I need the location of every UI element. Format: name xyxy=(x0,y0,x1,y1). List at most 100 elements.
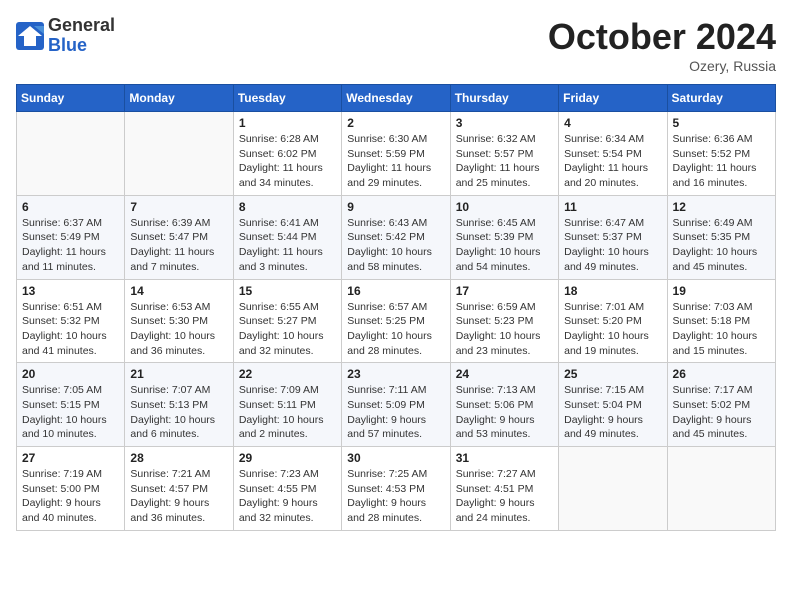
day-info: Sunrise: 6:59 AMSunset: 5:23 PMDaylight:… xyxy=(456,300,553,359)
day-number: 23 xyxy=(347,367,444,381)
month-title: October 2024 xyxy=(548,16,776,58)
calendar-cell: 31 Sunrise: 7:27 AMSunset: 4:51 PMDayligh… xyxy=(450,447,558,531)
title-block: October 2024 Ozery, Russia xyxy=(548,16,776,74)
calendar-cell: 21 Sunrise: 7:07 AMSunset: 5:13 PMDayligh… xyxy=(125,363,233,447)
day-number: 29 xyxy=(239,451,336,465)
day-info: Sunrise: 6:37 AMSunset: 5:49 PMDaylight:… xyxy=(22,216,119,275)
day-number: 19 xyxy=(673,284,770,298)
day-number: 21 xyxy=(130,367,227,381)
day-info: Sunrise: 6:45 AMSunset: 5:39 PMDaylight:… xyxy=(456,216,553,275)
calendar-cell: 5Sunrise: 6:36 AMSunset: 5:52 PMDaylight… xyxy=(667,112,775,196)
day-info: Sunrise: 6:28 AMSunset: 6:02 PMDaylight:… xyxy=(239,132,336,191)
day-number: 30 xyxy=(347,451,444,465)
calendar-cell: 17 Sunrise: 6:59 AMSunset: 5:23 PMDayligh… xyxy=(450,279,558,363)
day-info: Sunrise: 7:21 AMSunset: 4:57 PMDaylight:… xyxy=(130,467,227,526)
calendar-cell: 25 Sunrise: 7:15 AMSunset: 5:04 PMDayligh… xyxy=(559,363,667,447)
day-info: Sunrise: 7:19 AMSunset: 5:00 PMDaylight:… xyxy=(22,467,119,526)
day-number: 7 xyxy=(130,200,227,214)
calendar-cell xyxy=(17,112,125,196)
day-info: Sunrise: 7:09 AMSunset: 5:11 PMDaylight:… xyxy=(239,383,336,442)
day-info: Sunrise: 6:30 AMSunset: 5:59 PMDaylight:… xyxy=(347,132,444,191)
calendar-cell: 11 Sunrise: 6:47 AMSunset: 5:37 PMDayligh… xyxy=(559,195,667,279)
logo-text: General Blue xyxy=(48,16,115,56)
calendar-cell xyxy=(667,447,775,531)
day-info: Sunrise: 7:23 AMSunset: 4:55 PMDaylight:… xyxy=(239,467,336,526)
calendar-table: SundayMondayTuesdayWednesdayThursdayFrid… xyxy=(16,84,776,531)
day-info: Sunrise: 6:55 AMSunset: 5:27 PMDaylight:… xyxy=(239,300,336,359)
calendar-header: SundayMondayTuesdayWednesdayThursdayFrid… xyxy=(17,85,776,112)
calendar-week-row: 1 Sunrise: 6:28 AMSunset: 6:02 PMDaylight… xyxy=(17,112,776,196)
day-number: 14 xyxy=(130,284,227,298)
weekday-header-row: SundayMondayTuesdayWednesdayThursdayFrid… xyxy=(17,85,776,112)
calendar-cell: 14 Sunrise: 6:53 AMSunset: 5:30 PMDayligh… xyxy=(125,279,233,363)
logo: General Blue xyxy=(16,16,115,56)
calendar-cell: 10 Sunrise: 6:45 AMSunset: 5:39 PMDayligh… xyxy=(450,195,558,279)
weekday-header: Sunday xyxy=(17,85,125,112)
logo-blue: Blue xyxy=(48,36,115,56)
day-info: Sunrise: 7:17 AMSunset: 5:02 PMDaylight:… xyxy=(673,383,770,442)
day-number: 1 xyxy=(239,116,336,130)
day-info: Sunrise: 7:15 AMSunset: 5:04 PMDaylight:… xyxy=(564,383,661,442)
day-number: 28 xyxy=(130,451,227,465)
calendar-cell: 30Sunrise: 7:25 AMSunset: 4:53 PMDayligh… xyxy=(342,447,450,531)
day-number: 13 xyxy=(22,284,119,298)
weekday-header: Saturday xyxy=(667,85,775,112)
calendar-cell: 19Sunrise: 7:03 AMSunset: 5:18 PMDayligh… xyxy=(667,279,775,363)
day-number: 20 xyxy=(22,367,119,381)
calendar-cell: 13 Sunrise: 6:51 AMSunset: 5:32 PMDayligh… xyxy=(17,279,125,363)
day-number: 9 xyxy=(347,200,444,214)
weekday-header: Monday xyxy=(125,85,233,112)
calendar-cell: 29 Sunrise: 7:23 AMSunset: 4:55 PMDayligh… xyxy=(233,447,341,531)
day-number: 15 xyxy=(239,284,336,298)
day-number: 26 xyxy=(673,367,770,381)
calendar-cell xyxy=(125,112,233,196)
day-info: Sunrise: 7:27 AMSunset: 4:51 PMDaylight:… xyxy=(456,467,553,526)
calendar-week-row: 27 Sunrise: 7:19 AMSunset: 5:00 PMDayligh… xyxy=(17,447,776,531)
day-info: Sunrise: 7:07 AMSunset: 5:13 PMDaylight:… xyxy=(130,383,227,442)
day-info: Sunrise: 7:13 AMSunset: 5:06 PMDaylight:… xyxy=(456,383,553,442)
calendar-cell: 2Sunrise: 6:30 AMSunset: 5:59 PMDaylight… xyxy=(342,112,450,196)
day-number: 8 xyxy=(239,200,336,214)
weekday-header: Friday xyxy=(559,85,667,112)
calendar-cell: 23 Sunrise: 7:11 AMSunset: 5:09 PMDayligh… xyxy=(342,363,450,447)
day-info: Sunrise: 6:53 AMSunset: 5:30 PMDaylight:… xyxy=(130,300,227,359)
calendar-cell: 27 Sunrise: 7:19 AMSunset: 5:00 PMDayligh… xyxy=(17,447,125,531)
day-info: Sunrise: 6:57 AMSunset: 5:25 PMDaylight:… xyxy=(347,300,444,359)
day-number: 11 xyxy=(564,200,661,214)
calendar-cell: 8 Sunrise: 6:41 AMSunset: 5:44 PMDaylight… xyxy=(233,195,341,279)
calendar-cell: 16Sunrise: 6:57 AMSunset: 5:25 PMDayligh… xyxy=(342,279,450,363)
day-number: 27 xyxy=(22,451,119,465)
day-number: 18 xyxy=(564,284,661,298)
weekday-header: Wednesday xyxy=(342,85,450,112)
calendar-cell: 4Sunrise: 6:34 AMSunset: 5:54 PMDaylight… xyxy=(559,112,667,196)
day-number: 25 xyxy=(564,367,661,381)
day-info: Sunrise: 6:39 AMSunset: 5:47 PMDaylight:… xyxy=(130,216,227,275)
day-info: Sunrise: 6:34 AMSunset: 5:54 PMDaylight:… xyxy=(564,132,661,191)
weekday-header: Tuesday xyxy=(233,85,341,112)
day-number: 10 xyxy=(456,200,553,214)
day-info: Sunrise: 7:11 AMSunset: 5:09 PMDaylight:… xyxy=(347,383,444,442)
logo-general: General xyxy=(48,16,115,36)
calendar-cell: 24 Sunrise: 7:13 AMSunset: 5:06 PMDayligh… xyxy=(450,363,558,447)
calendar-cell: 6Sunrise: 6:37 AMSunset: 5:49 PMDaylight… xyxy=(17,195,125,279)
day-number: 3 xyxy=(456,116,553,130)
day-info: Sunrise: 6:51 AMSunset: 5:32 PMDaylight:… xyxy=(22,300,119,359)
calendar-cell: 18 Sunrise: 7:01 AMSunset: 5:20 PMDayligh… xyxy=(559,279,667,363)
day-number: 12 xyxy=(673,200,770,214)
day-number: 24 xyxy=(456,367,553,381)
weekday-header: Thursday xyxy=(450,85,558,112)
day-info: Sunrise: 6:41 AMSunset: 5:44 PMDaylight:… xyxy=(239,216,336,275)
day-number: 17 xyxy=(456,284,553,298)
day-info: Sunrise: 6:47 AMSunset: 5:37 PMDaylight:… xyxy=(564,216,661,275)
day-info: Sunrise: 6:32 AMSunset: 5:57 PMDaylight:… xyxy=(456,132,553,191)
calendar-week-row: 13 Sunrise: 6:51 AMSunset: 5:32 PMDayligh… xyxy=(17,279,776,363)
logo-icon xyxy=(16,22,44,50)
location: Ozery, Russia xyxy=(548,58,776,74)
calendar-cell: 7 Sunrise: 6:39 AMSunset: 5:47 PMDaylight… xyxy=(125,195,233,279)
day-number: 31 xyxy=(456,451,553,465)
day-info: Sunrise: 7:01 AMSunset: 5:20 PMDaylight:… xyxy=(564,300,661,359)
calendar-week-row: 20Sunrise: 7:05 AMSunset: 5:15 PMDayligh… xyxy=(17,363,776,447)
calendar-cell: 22Sunrise: 7:09 AMSunset: 5:11 PMDayligh… xyxy=(233,363,341,447)
calendar-cell: 15 Sunrise: 6:55 AMSunset: 5:27 PMDayligh… xyxy=(233,279,341,363)
calendar-cell: 26 Sunrise: 7:17 AMSunset: 5:02 PMDayligh… xyxy=(667,363,775,447)
